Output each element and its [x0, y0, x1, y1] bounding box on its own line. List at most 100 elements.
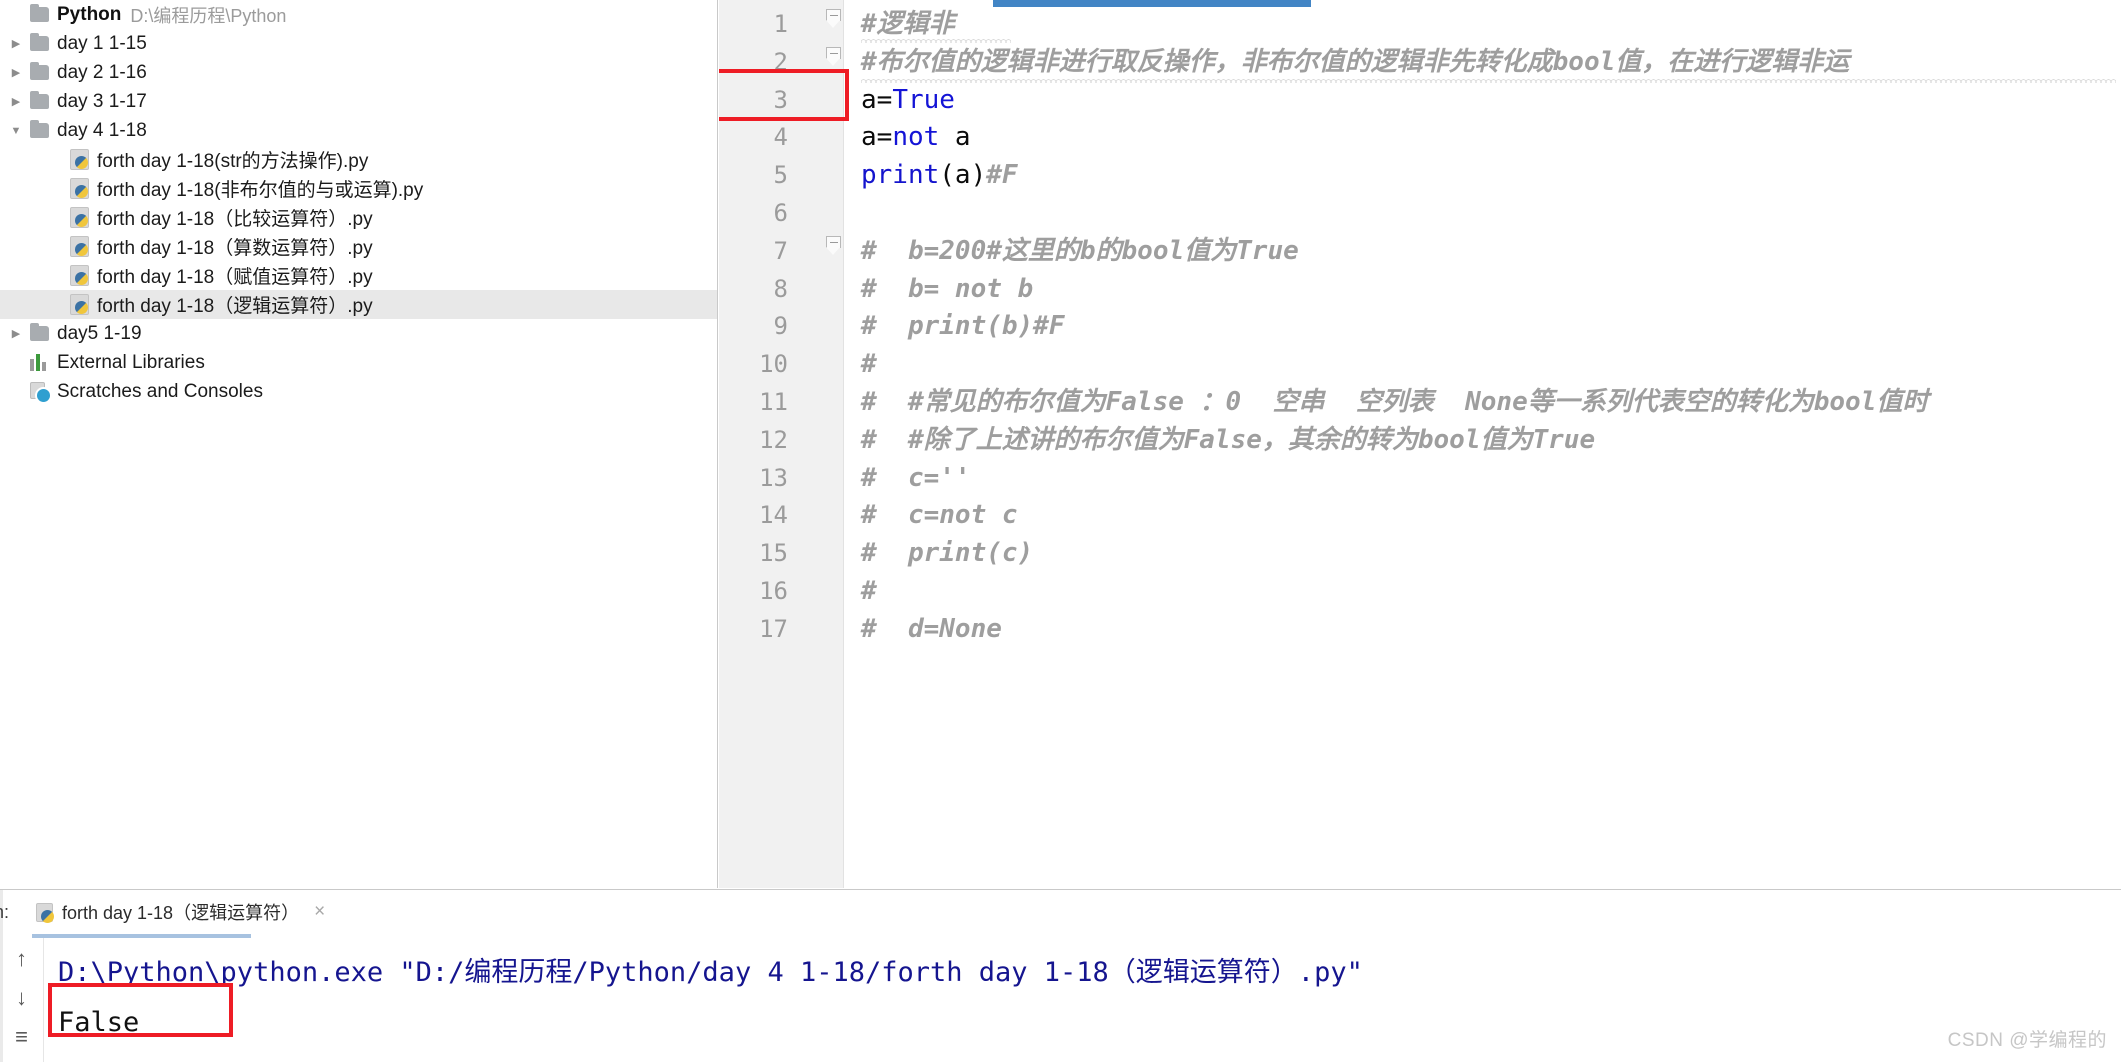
- chevron-right-icon[interactable]: ▶: [6, 37, 26, 50]
- tree-item-label: day 3 1-17: [57, 90, 147, 112]
- tree-item-label: forth day 1-18（逻辑运算符）.py: [97, 296, 373, 317]
- line-number-7: 7: [773, 236, 788, 265]
- editor-gutter[interactable]: 1 2 3 4 5 6 7 8 9 10 11 12 13 14 15 16 17: [719, 0, 844, 888]
- tree-row-12[interactable]: ▶ Scratches and Consoles: [0, 377, 717, 406]
- tree-row-2[interactable]: ▶ day 3 1-17: [0, 87, 717, 116]
- line-number-1: 1: [773, 10, 788, 38]
- line-number-8: 8: [773, 274, 788, 303]
- folder-icon: [26, 91, 52, 109]
- tree-row-1[interactable]: ▶ day 2 1-16: [0, 58, 717, 87]
- code-line-5[interactable]: print(a)#F: [861, 162, 1018, 188]
- chevron-right-icon[interactable]: ▶: [6, 95, 26, 108]
- code-line-10[interactable]: #: [861, 351, 877, 377]
- chevron-right-icon[interactable]: ▶: [6, 327, 26, 340]
- line-number-6: 6: [773, 199, 788, 227]
- expand-arrow-icon: ▶: [6, 8, 26, 21]
- code-function: print: [861, 160, 940, 191]
- run-tab-underline: [32, 934, 251, 938]
- scroll-up-icon[interactable]: ↑: [16, 948, 27, 970]
- console-output[interactable]: D:\Python\python.exe "D:/编程历程/Python/day…: [46, 942, 2121, 1062]
- project-tree-items: ▶ day 1 1-15 ▶ day 2 1-16 ▶ day 3 1-17 ▼ day 4 …: [0, 29, 717, 406]
- console-side-toolbar[interactable]: ↑ ↓ ≡ ↪: [0, 938, 44, 1062]
- python-file-icon: [66, 236, 92, 257]
- line-number-10: 10: [759, 350, 788, 379]
- folder-icon: [26, 4, 52, 22]
- tree-row-10[interactable]: ▶ day5 1-19: [0, 319, 717, 348]
- python-file-icon: [36, 902, 54, 923]
- code-fold-icon[interactable]: [825, 9, 842, 29]
- project-tree-panel[interactable]: ▶ Python D:\编程历程\Python ▶ day 1 1-15 ▶ day …: [0, 0, 718, 888]
- code-line-16[interactable]: #: [861, 578, 877, 604]
- tree-row-6[interactable]: ▶ forth day 1-18（比较运算符）.py: [0, 203, 717, 232]
- code-line-2[interactable]: #布尔值的逻辑非进行取反操作，非布尔值的逻辑非先转化成bool值，在进行逻辑非运: [861, 49, 1849, 75]
- line-number-4: 4: [773, 123, 788, 152]
- code-fold-icon[interactable]: [825, 46, 842, 67]
- spellcheck-squiggle-1: [861, 77, 2116, 83]
- line-number-17: 17: [759, 614, 788, 643]
- code-line-13[interactable]: # c='': [861, 465, 971, 491]
- chevron-right-icon[interactable]: ▶: [6, 66, 26, 79]
- code-editor[interactable]: 1 2 3 4 5 6 7 8 9 10 11 12 13 14 15 16 17 #逻辑非 #布尔值的逻辑非进行…: [719, 0, 2121, 888]
- line-number-16: 16: [759, 577, 788, 605]
- project-name: Python: [57, 3, 122, 25]
- tree-row-3[interactable]: ▼ day 4 1-18: [0, 116, 717, 145]
- code-line-17[interactable]: # d=None: [861, 616, 1002, 642]
- code-line-1[interactable]: #逻辑非: [861, 11, 955, 37]
- tree-item-label: day 4 1-18: [57, 119, 147, 141]
- scratches-icon: [26, 382, 52, 404]
- tree-item-label: External Libraries: [57, 351, 205, 373]
- scroll-down-icon[interactable]: ↓: [16, 987, 27, 1009]
- tree-item-label: forth day 1-18（算数运算符）.py: [97, 238, 373, 259]
- python-file-icon: [66, 149, 92, 170]
- line-number-3: 3: [773, 85, 788, 114]
- tree-row-0[interactable]: ▶ day 1 1-15: [0, 29, 717, 58]
- watermark-text: CSDN @学编程的: [1947, 1030, 2107, 1051]
- line-number-13: 13: [759, 463, 788, 492]
- code-line-8[interactable]: # b= not b: [861, 276, 1033, 302]
- line-number-9: 9: [773, 312, 788, 341]
- tree-item-label: forth day 1-18(非布尔值的与或运算).py: [97, 180, 424, 201]
- code-token: a: [939, 122, 971, 153]
- folder-icon: [26, 120, 52, 138]
- code-fold-icon[interactable]: [825, 235, 842, 256]
- code-line-3[interactable]: a=True: [861, 87, 955, 113]
- code-token: a=: [861, 122, 893, 153]
- console-command-line: D:\Python\python.exe "D:/编程历程/Python/day…: [58, 957, 1363, 988]
- tree-item-label: day 2 1-16: [57, 61, 147, 83]
- run-tab-label: forth day 1-18（逻辑运算符）: [62, 903, 300, 923]
- run-configuration-tab[interactable]: forth day 1-18（逻辑运算符） ×: [30, 896, 335, 928]
- tree-row-8[interactable]: ▶ forth day 1-18（赋值运算符）.py: [0, 261, 717, 290]
- chevron-right-icon: ▶: [46, 153, 66, 166]
- soft-wrap-icon[interactable]: ≡: [15, 1026, 28, 1048]
- line-number-15: 15: [759, 539, 788, 568]
- code-line-11[interactable]: # #常见的布尔值为False ：0 空串 空列表 None等一系列代表空的转化…: [861, 389, 1928, 415]
- ide-window: ▶ Python D:\编程历程\Python ▶ day 1 1-15 ▶ day …: [0, 0, 2121, 1062]
- tree-row-7[interactable]: ▶ forth day 1-18（算数运算符）.py: [0, 232, 717, 261]
- code-keyword: not: [892, 122, 940, 153]
- tree-item-label: Scratches and Consoles: [57, 380, 263, 402]
- code-line-14[interactable]: # c=not c: [861, 502, 1018, 528]
- close-icon[interactable]: ×: [314, 901, 325, 923]
- code-line-4[interactable]: a=not a: [861, 124, 971, 150]
- inline-comment: #F: [986, 160, 1018, 191]
- external-libraries-icon: [26, 354, 52, 371]
- tree-row-11[interactable]: ▶ External Libraries: [0, 348, 717, 377]
- code-line-9[interactable]: # print(b)#F: [861, 313, 1065, 339]
- chevron-right-icon: ▶: [46, 240, 66, 253]
- tree-row-9[interactable]: ▶ forth day 1-18（逻辑运算符）.py: [0, 290, 717, 319]
- project-root-row[interactable]: ▶ Python D:\编程历程\Python: [0, 0, 717, 29]
- tree-item-label: day 1 1-15: [57, 32, 147, 54]
- line-number-12: 12: [759, 425, 788, 454]
- chevron-right-icon: ▶: [46, 182, 66, 195]
- run-console-panel[interactable]: n: forth day 1-18（逻辑运算符） × ↑ ↓ ≡ ↪ D:\Py…: [0, 889, 2121, 1062]
- code-content[interactable]: #逻辑非 #布尔值的逻辑非进行取反操作，非布尔值的逻辑非先转化成bool值，在进行…: [825, 0, 2121, 888]
- chevron-down-icon[interactable]: ▼: [6, 125, 26, 137]
- spellcheck-squiggle-0: [861, 38, 1011, 43]
- line-number-11: 11: [759, 388, 788, 416]
- code-line-15[interactable]: # print(c): [861, 540, 1033, 566]
- code-line-7[interactable]: # b=200#这里的b的bool值为True: [861, 238, 1299, 264]
- code-line-12[interactable]: # #除了上述讲的布尔值为False，其余的转为bool值为True: [861, 427, 1595, 453]
- tree-row-5[interactable]: ▶ forth day 1-18(非布尔值的与或运算).py: [0, 174, 717, 203]
- python-file-icon: [66, 178, 92, 199]
- tree-row-4[interactable]: ▶ forth day 1-18(str的方法操作).py: [0, 145, 717, 174]
